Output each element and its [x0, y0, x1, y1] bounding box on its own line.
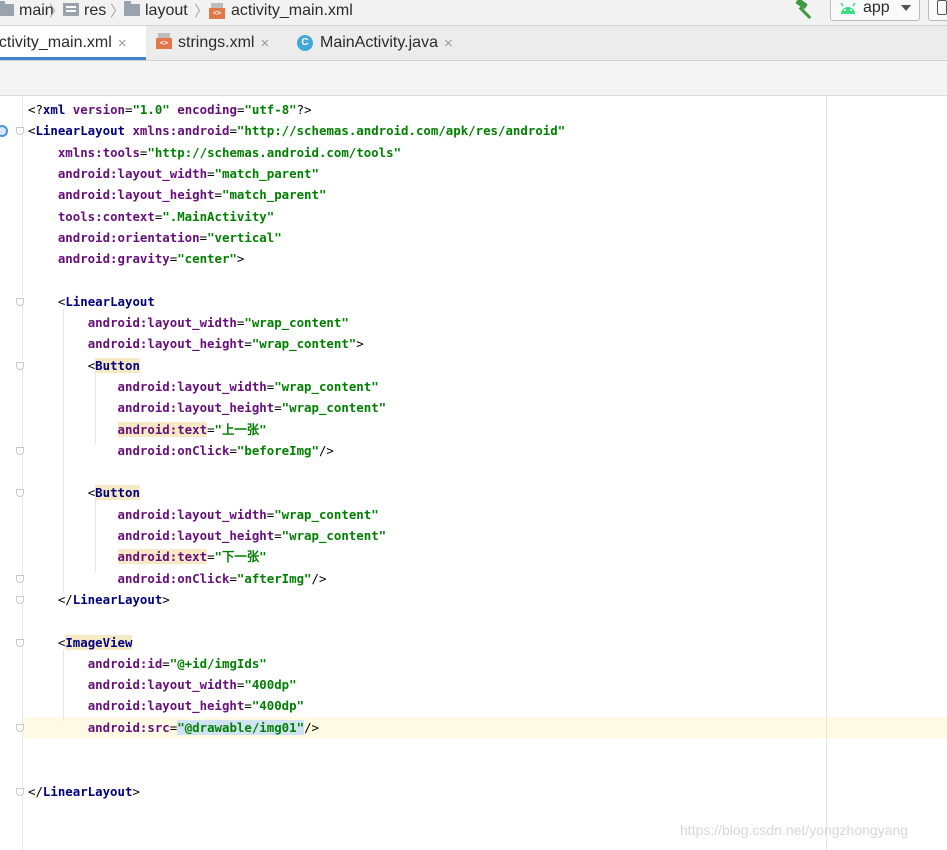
hammer-icon[interactable] [794, 0, 818, 20]
close-icon[interactable]: × [444, 35, 453, 52]
code-line[interactable]: android:layout_height="match_parent" [28, 184, 327, 205]
gutter-marker-icon[interactable] [0, 125, 8, 138]
device-icon [937, 0, 947, 15]
fold-marker-icon[interactable] [16, 595, 24, 604]
code-line[interactable]: xmlns:tools="http://schemas.android.com/… [28, 142, 401, 163]
right-margin-guide [826, 96, 827, 850]
code-editor[interactable]: <?xml version="1.0" encoding="utf-8"?> <L… [0, 96, 947, 850]
tab-label: strings.xml [178, 34, 255, 51]
java-class-icon: C [297, 35, 313, 51]
tab-mainactivity-java[interactable]: C MainActivity.java × [297, 26, 453, 60]
code-line[interactable]: android:layout_height="wrap_content" [28, 397, 387, 418]
breadcrumb-label: res [84, 1, 107, 19]
fold-marker-icon[interactable] [16, 446, 24, 455]
code-line[interactable]: android:gravity="center"> [28, 248, 245, 269]
folder-icon [124, 0, 140, 16]
code-line[interactable]: android:layout_height="wrap_content"> [28, 333, 364, 354]
breadcrumb-label: layout [145, 1, 188, 19]
editor-gutter [0, 96, 24, 850]
code-line[interactable]: tools:context=".MainActivity" [28, 206, 274, 227]
code-line[interactable]: <Button [28, 355, 140, 376]
breadcrumb-item-activity-main[interactable]: <> activity_main.xml [209, 0, 353, 25]
fold-marker-icon[interactable] [16, 361, 24, 370]
code-line[interactable]: android:onClick="beforeImg"/> [28, 440, 334, 461]
breadcrumb: main 〉 res 〉 layout 〉 <> activity_main.x… [0, 0, 947, 26]
code-line[interactable]: android:layout_width="wrap_content" [28, 504, 379, 525]
tab-label: MainActivity.java [320, 34, 438, 51]
breadcrumb-label: activity_main.xml [231, 1, 353, 19]
breadcrumb-item-layout[interactable]: layout [124, 0, 188, 25]
xml-file-icon: <> [209, 2, 225, 19]
android-icon [840, 2, 856, 14]
tab-strings-xml[interactable]: <> strings.xml × [156, 26, 269, 60]
code-line[interactable]: android:layout_height="400dp" [28, 695, 304, 716]
fold-marker-icon[interactable] [16, 638, 24, 647]
fold-marker-icon[interactable] [16, 489, 24, 498]
chevron-right-icon: 〉 [194, 3, 210, 20]
code-line[interactable]: </LinearLayout> [28, 781, 140, 802]
breadcrumb-item-main[interactable]: main [0, 0, 54, 25]
fold-marker-icon[interactable] [16, 723, 24, 732]
code-line[interactable]: <ImageView [28, 632, 133, 653]
code-line[interactable]: android:layout_width="wrap_content" [28, 376, 379, 397]
editor-toolbar [0, 61, 947, 96]
close-icon[interactable]: × [260, 35, 269, 52]
code-line[interactable]: <LinearLayout xmlns:android="http://sche… [28, 120, 565, 141]
device-select[interactable] [928, 0, 947, 21]
chevron-right-icon: 〉 [110, 3, 126, 20]
tab-label: activity_main.xml [0, 34, 112, 51]
code-line[interactable]: android:orientation="vertical" [28, 227, 282, 248]
code-line[interactable]: <?xml version="1.0" encoding="utf-8"?> [28, 99, 312, 120]
code-line[interactable]: android:layout_width="wrap_content" [28, 312, 349, 333]
fold-marker-icon[interactable] [16, 297, 24, 306]
tab-activity-main-xml[interactable]: activity_main.xml × [0, 26, 146, 60]
chevron-right-icon: 〉 [49, 3, 65, 20]
folder-icon [0, 0, 14, 16]
indent-guide [63, 649, 64, 721]
xml-file-icon: <> [156, 33, 172, 49]
run-configuration-select[interactable]: app [830, 0, 920, 21]
chevron-down-icon [901, 5, 911, 11]
code-line[interactable]: <LinearLayout [28, 291, 155, 312]
code-line[interactable]: android:src="@drawable/img01"/> [28, 717, 319, 738]
indent-guide [95, 372, 96, 444]
resource-folder-icon [63, 3, 79, 16]
indent-guide [95, 500, 96, 572]
code-line[interactable]: <Button [28, 482, 140, 503]
fold-marker-icon[interactable] [16, 574, 24, 583]
editor-tabs: activity_main.xml × <> strings.xml × C M… [0, 26, 947, 61]
code-line[interactable]: </LinearLayout> [28, 589, 170, 610]
watermark: https://blog.csdn.net/yongzhongyang [680, 822, 909, 838]
fold-marker-icon[interactable] [16, 787, 24, 796]
code-line[interactable]: android:layout_height="wrap_content" [28, 525, 387, 546]
code-line[interactable]: android:onClick="afterImg"/> [28, 568, 327, 589]
close-icon[interactable]: × [118, 35, 127, 52]
code-line[interactable]: android:layout_width="match_parent" [28, 163, 319, 184]
run-configuration-label: app [863, 0, 890, 16]
indent-guide [63, 308, 64, 593]
breadcrumb-item-res[interactable]: res [63, 0, 106, 25]
fold-marker-icon[interactable] [16, 127, 24, 136]
code-line[interactable]: android:layout_width="400dp" [28, 674, 297, 695]
